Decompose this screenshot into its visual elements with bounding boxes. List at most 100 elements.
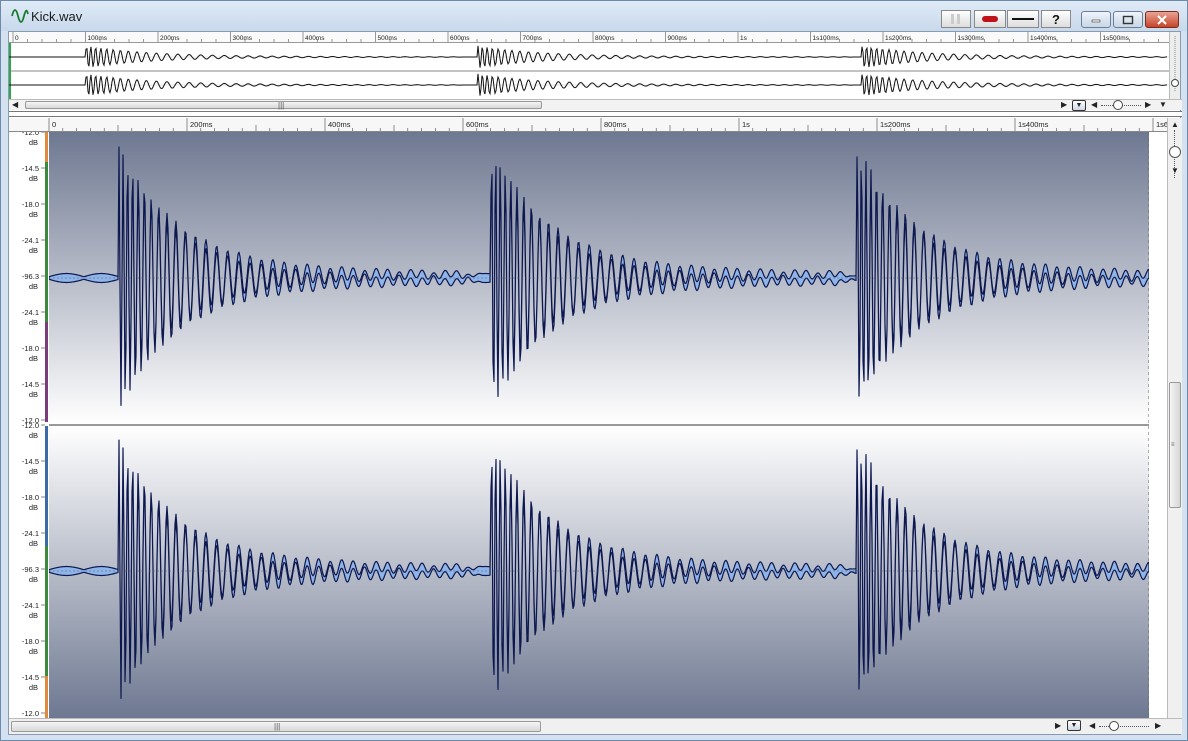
db-label: -96.3 bbox=[22, 272, 39, 281]
overview-ruler-label: 1s200ms bbox=[885, 35, 912, 42]
overview-ruler-label: 400ms bbox=[305, 35, 325, 42]
db-label: -14.5 bbox=[22, 380, 39, 389]
overview-ruler-label: 1s400ms bbox=[1030, 35, 1057, 42]
line-mode-button[interactable] bbox=[1007, 10, 1039, 28]
db-unit: dB bbox=[29, 210, 38, 219]
maximize-button[interactable] bbox=[1113, 11, 1143, 28]
vzoom-up-icon[interactable]: ▲ bbox=[1171, 120, 1179, 129]
main-ruler-label: 1s200ms bbox=[880, 120, 911, 129]
audio-editor-window: Kick.wav ? 0 100ms 200ms 300ms 400ms 500ms 600… bbox=[0, 0, 1188, 741]
overview-ruler-label: 100ms bbox=[88, 35, 108, 42]
zoom-out-icon[interactable]: ◀ bbox=[1091, 100, 1097, 109]
db-scale[interactable]: -12.0dB-14.5dB-18.0dB-24.1dB-96.3dB-24.1… bbox=[9, 132, 49, 718]
scroll-right-icon[interactable]: ▶ bbox=[1061, 100, 1067, 109]
window-title: Kick.wav bbox=[31, 9, 83, 24]
db-unit: dB bbox=[29, 390, 38, 399]
db-unit: dB bbox=[29, 318, 38, 327]
overview-ruler-label: 1s bbox=[740, 35, 748, 42]
db-unit: dB bbox=[29, 282, 38, 291]
overview-ruler-label: 800ms bbox=[595, 35, 615, 42]
db-label: -12.0 bbox=[22, 421, 39, 430]
db-unit: dB bbox=[29, 683, 38, 692]
hscroll-right-icon[interactable]: ▶ bbox=[1055, 721, 1061, 730]
record-icon bbox=[982, 16, 998, 22]
db-label: -18.0 bbox=[22, 200, 39, 209]
db-unit: dB bbox=[29, 138, 38, 147]
db-label: -24.1 bbox=[22, 601, 39, 610]
db-label: -96.3 bbox=[22, 565, 39, 574]
close-button[interactable] bbox=[1145, 11, 1179, 28]
overview-vertical-bar[interactable] bbox=[1169, 32, 1180, 100]
db-label: -18.0 bbox=[22, 344, 39, 353]
pause-icon bbox=[951, 14, 960, 24]
horizontal-zoom-slider[interactable] bbox=[1099, 726, 1149, 729]
db-unit: dB bbox=[29, 354, 38, 363]
minimize-icon bbox=[1091, 19, 1101, 22]
db-unit: dB bbox=[29, 174, 38, 183]
db-label: -18.0 bbox=[22, 637, 39, 646]
main-ruler-label: 800ms bbox=[604, 120, 627, 129]
main-ruler-label: 600ms bbox=[466, 120, 489, 129]
db-label: -24.1 bbox=[22, 308, 39, 317]
minimize-button[interactable] bbox=[1081, 11, 1111, 28]
db-label: -24.1 bbox=[22, 529, 39, 538]
overview-time-ruler[interactable]: 0 100ms 200ms 300ms 400ms 500ms 600ms 700ms 800m… bbox=[9, 32, 1169, 43]
scroll-grip: ||| bbox=[278, 101, 285, 110]
vertical-zoom-bar[interactable]: ▲ ▼ ≡ bbox=[1167, 118, 1182, 718]
overview-zoom-dropdown-icon[interactable]: ▼ bbox=[1072, 100, 1086, 111]
overview-ruler-label: 300ms bbox=[233, 35, 253, 42]
hscroll-grip: ||| bbox=[274, 722, 281, 731]
db-label: -14.5 bbox=[22, 457, 39, 466]
main-waveform-view[interactable] bbox=[49, 132, 1149, 718]
overview-ruler-label: 900ms bbox=[668, 35, 688, 42]
db-label: -14.5 bbox=[22, 673, 39, 682]
main-time-ruler[interactable]: 0 200ms 400ms 600ms 800ms 1s 1s200ms 1s400ms 1s6 bbox=[9, 118, 1167, 132]
db-unit: dB bbox=[29, 575, 38, 584]
title-bar[interactable]: Kick.wav ? bbox=[1, 1, 1187, 31]
zoom-in-icon[interactable]: ▶ bbox=[1145, 100, 1151, 109]
pause-button[interactable] bbox=[941, 10, 971, 28]
scroll-left-icon[interactable]: ◀ bbox=[12, 100, 18, 109]
db-unit: dB bbox=[29, 431, 38, 440]
db-unit: dB bbox=[29, 467, 38, 476]
horizontal-scroll-thumb[interactable]: ||| bbox=[11, 721, 541, 732]
db-label: -12.0 bbox=[22, 709, 39, 718]
overview-ruler-label: 1s300ms bbox=[958, 35, 985, 42]
overview-ruler-label: 0 bbox=[15, 35, 19, 42]
db-label: -24.1 bbox=[22, 236, 39, 245]
overview-ruler-label: 1s500ms bbox=[1103, 35, 1130, 42]
vscroll-grip: ≡ bbox=[1171, 442, 1175, 448]
zoom-dropdown-icon[interactable]: ▼ bbox=[1067, 720, 1081, 731]
main-ruler-label: 0 bbox=[52, 120, 56, 129]
db-label: -14.5 bbox=[22, 164, 39, 173]
help-button[interactable]: ? bbox=[1041, 10, 1071, 28]
db-unit: dB bbox=[29, 647, 38, 656]
overview-zoom-knob[interactable] bbox=[1113, 100, 1123, 110]
scroll-down-icon[interactable]: ▼ bbox=[1159, 100, 1167, 109]
db-unit: dB bbox=[29, 503, 38, 512]
overview-waveform[interactable] bbox=[9, 43, 1169, 99]
record-button[interactable] bbox=[974, 10, 1006, 28]
overview-ruler-label: 1s100ms bbox=[813, 35, 840, 42]
db-label: -12.0 bbox=[22, 132, 39, 137]
main-ruler-label: 1s6 bbox=[1156, 120, 1167, 129]
view-divider[interactable] bbox=[9, 111, 1182, 117]
overview-scroll-thumb[interactable]: ||| bbox=[25, 101, 542, 110]
overview-zoom-icon bbox=[1171, 36, 1179, 92]
overview-ruler-label: 600ms bbox=[450, 35, 470, 42]
horizontal-zoom-knob[interactable] bbox=[1109, 721, 1119, 731]
vertical-zoom-knob[interactable] bbox=[1169, 146, 1181, 158]
hzoom-out-icon[interactable]: ◀ bbox=[1089, 721, 1095, 730]
db-unit: dB bbox=[29, 539, 38, 548]
hzoom-in-icon[interactable]: ▶ bbox=[1155, 721, 1161, 730]
line-icon bbox=[1012, 18, 1034, 20]
vzoom-down-icon[interactable]: ▼ bbox=[1171, 166, 1179, 175]
horizontal-scrollbar[interactable]: ||| ▶ ▼ ◀ ▶ bbox=[9, 718, 1182, 734]
overview-ruler-label: 500ms bbox=[378, 35, 398, 42]
maximize-icon bbox=[1122, 15, 1134, 24]
main-ruler-label: 1s bbox=[742, 120, 750, 129]
overview-scrollbar[interactable]: ◀ ||| ▶ ▼ ◀ ▶ ▼ bbox=[9, 99, 1182, 111]
vertical-scroll-thumb[interactable]: ≡ bbox=[1169, 382, 1181, 508]
waveform-app-icon bbox=[11, 9, 29, 23]
close-icon bbox=[1157, 14, 1167, 25]
